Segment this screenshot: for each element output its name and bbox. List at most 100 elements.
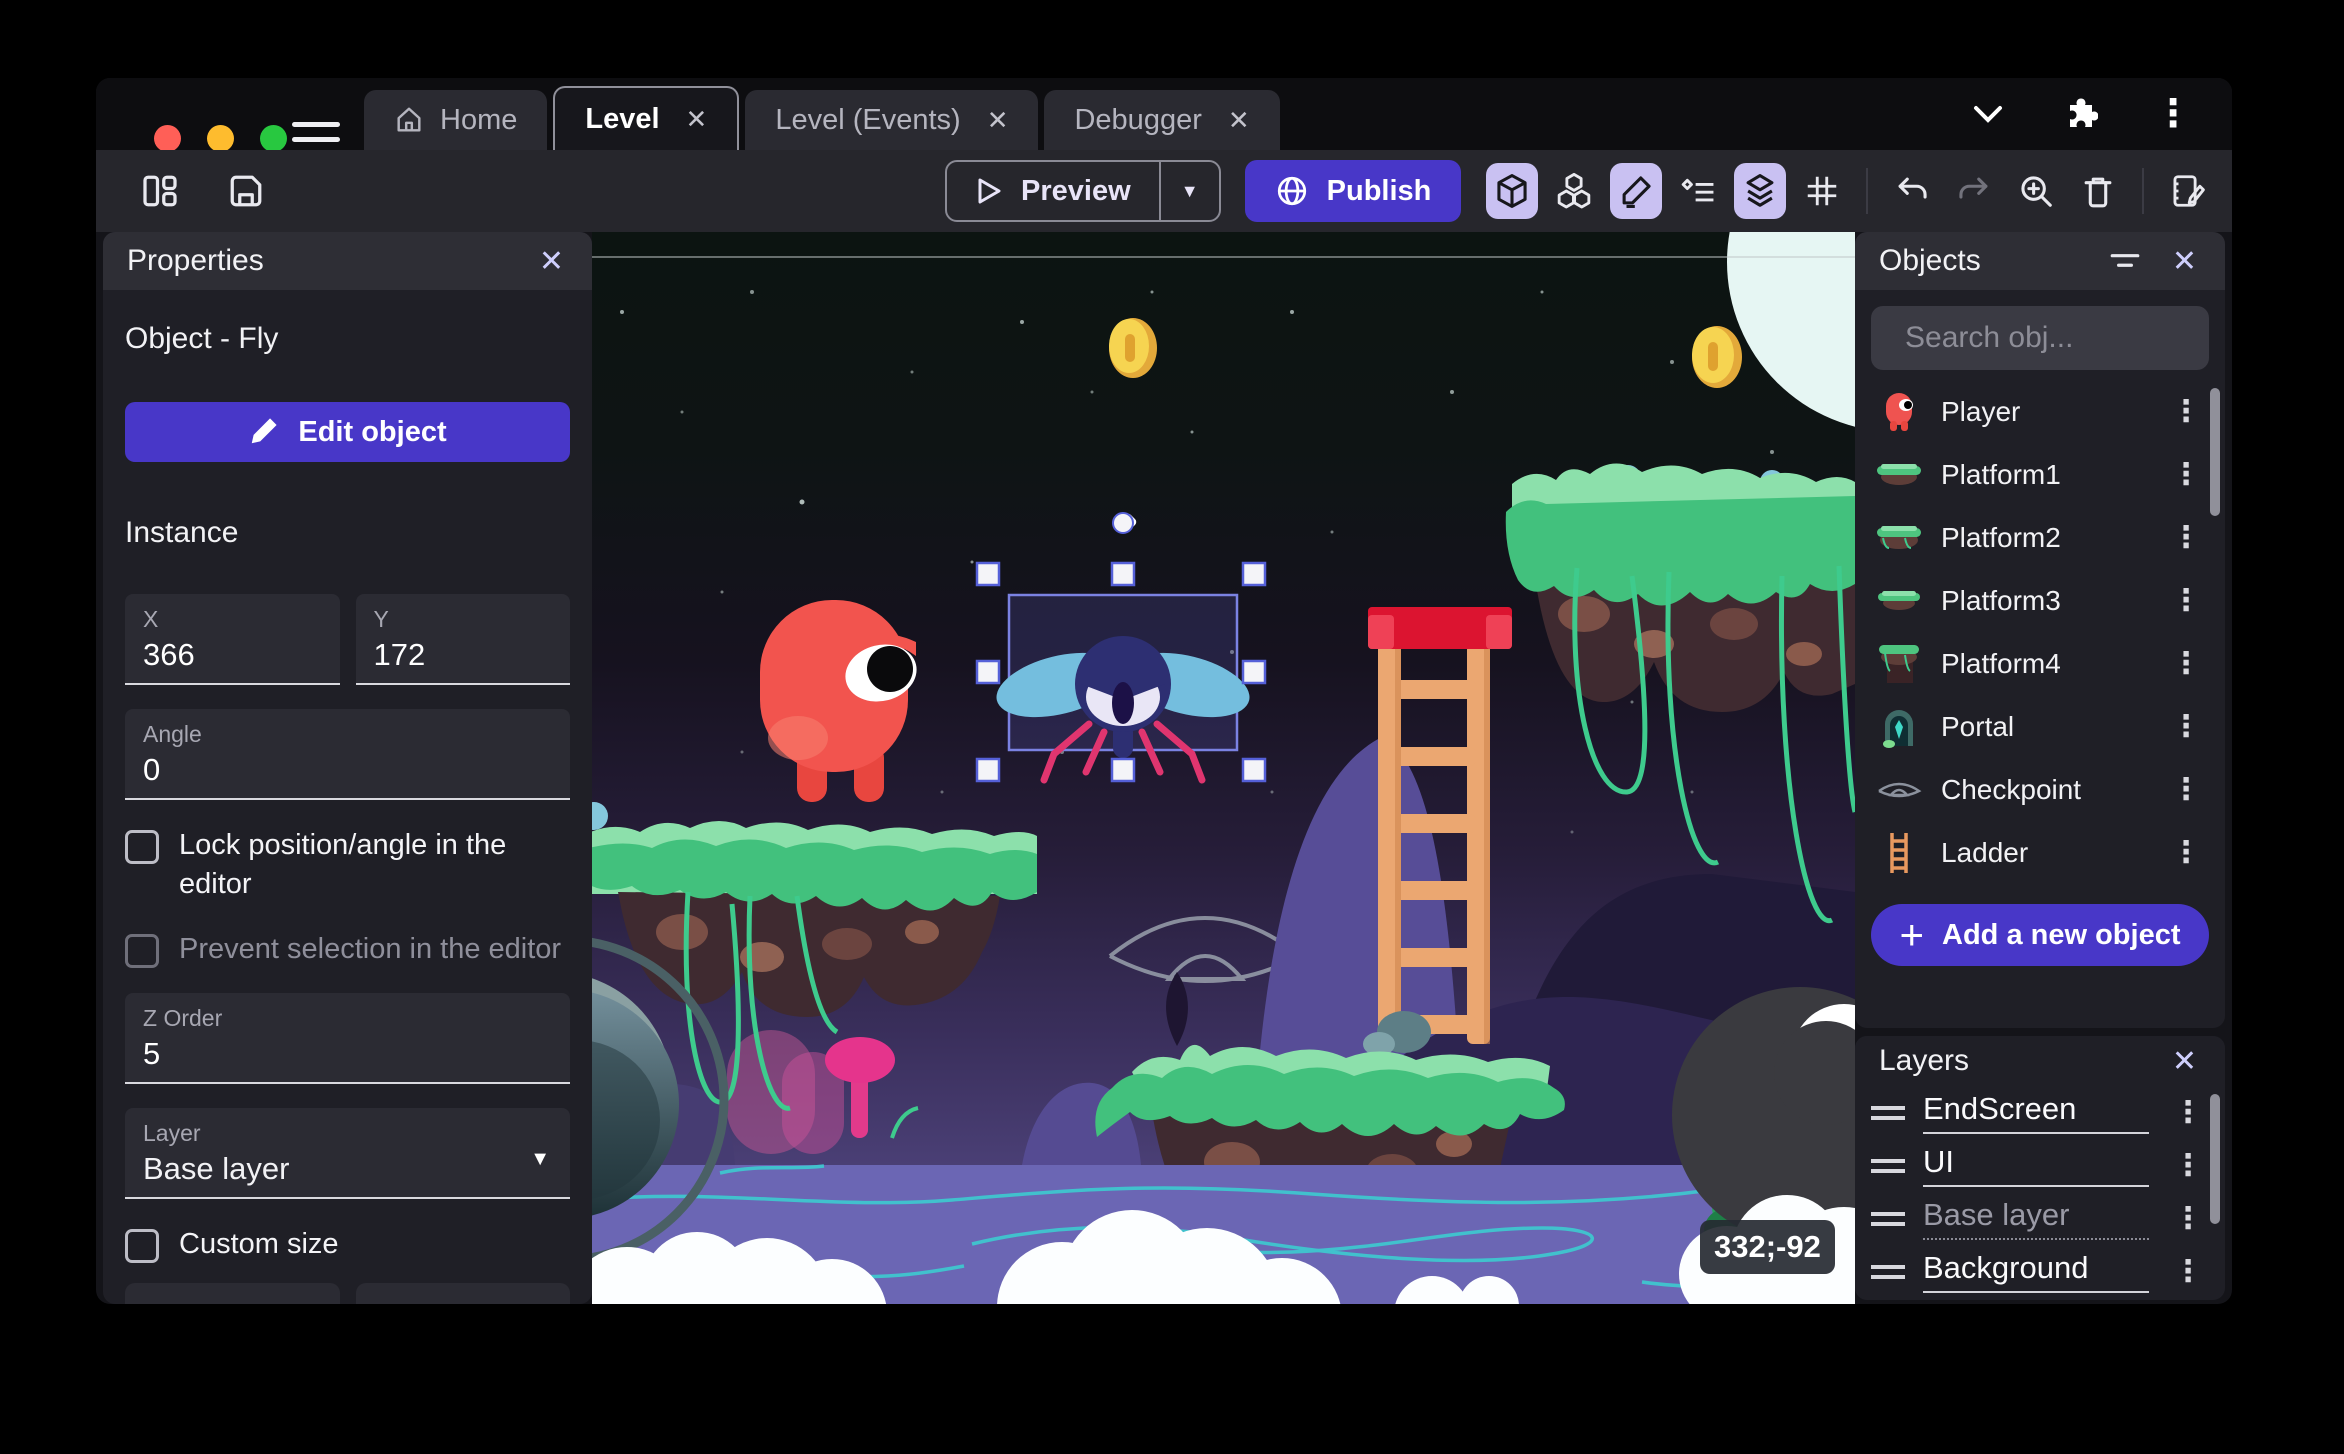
object-kebab-icon[interactable]: ⋮	[2165, 709, 2207, 744]
instance-heading: Instance	[125, 516, 239, 549]
layers-close-icon[interactable]: ✕	[2168, 1044, 2201, 1079]
zoom-in-icon[interactable]	[2010, 163, 2062, 219]
add-object-button[interactable]: + Add a new object	[1871, 904, 2209, 966]
tab-debugger-close-icon[interactable]: ✕	[1228, 105, 1250, 136]
prevent-selection-checkbox[interactable]	[125, 934, 159, 969]
add-object-label: Add a new object	[1942, 918, 2181, 951]
more-options-kebab-icon[interactable]: ⋮	[2154, 95, 2192, 133]
drag-handle-icon[interactable]	[1871, 1211, 1905, 1226]
tab-level-events-close-icon[interactable]: ✕	[987, 105, 1009, 136]
object-item-platform1[interactable]: Platform1 ⋮	[1855, 443, 2225, 506]
filter-icon[interactable]	[2108, 246, 2142, 276]
instructions-list-icon[interactable]	[1672, 163, 1724, 219]
objects-scrollbar[interactable]	[2210, 388, 2220, 516]
grid-icon[interactable]	[1796, 163, 1848, 219]
play-icon	[978, 178, 1001, 204]
layers-title: Layers	[1879, 1044, 1970, 1077]
object-item-checkpoint[interactable]: Checkpoint ⋮	[1855, 758, 2225, 821]
objects-search-input[interactable]	[1905, 321, 2225, 355]
object-heading: Object - Fly	[125, 322, 279, 355]
layer-kebab-icon[interactable]: ⋮	[2167, 1095, 2209, 1130]
objects-search[interactable]	[1871, 306, 2225, 370]
object-kebab-icon[interactable]: ⋮	[2165, 646, 2207, 681]
object-item-platform2[interactable]: Platform2 ⋮	[1855, 506, 2225, 569]
edit-pencil-tool-icon[interactable]	[1610, 163, 1662, 219]
tab-level-events[interactable]: Level (Events) ✕	[745, 90, 1039, 150]
z-order-input[interactable]	[143, 1036, 552, 1073]
delete-trash-icon[interactable]	[2072, 163, 2124, 219]
y-field[interactable]: Y	[355, 594, 570, 685]
prevent-selection-checkbox-row[interactable]: Prevent selection in the editor	[125, 930, 570, 969]
lock-position-checkbox[interactable]	[125, 830, 159, 864]
y-field-input[interactable]	[373, 637, 552, 673]
cursor-coordinates-badge: 332;-92	[1700, 1220, 1835, 1274]
object-item-portal[interactable]: Portal ⋮	[1855, 695, 2225, 758]
window-controls	[154, 125, 287, 152]
object-item-player[interactable]: Player ⋮	[1855, 380, 2225, 443]
properties-close-icon[interactable]: ✕	[535, 244, 568, 279]
object-item-platform3[interactable]: Platform3 ⋮	[1855, 569, 2225, 632]
custom-size-checkbox[interactable]	[125, 1229, 159, 1264]
tab-level[interactable]: Level ✕	[553, 86, 740, 150]
drag-handle-icon[interactable]	[1871, 1105, 1905, 1120]
custom-size-checkbox-row[interactable]: Custom size	[125, 1225, 570, 1264]
scene-canvas[interactable]: 332;-92	[592, 232, 1855, 1304]
objects-close-icon[interactable]: ✕	[2168, 244, 2201, 279]
undo-icon[interactable]	[1886, 163, 1938, 219]
layers-tool-icon[interactable]	[1734, 163, 1786, 219]
tab-level-close-icon[interactable]: ✕	[686, 104, 708, 135]
chevron-down-icon[interactable]	[1970, 102, 2006, 126]
layer-kebab-icon[interactable]: ⋮	[2167, 1254, 2209, 1289]
platform2-object-icon	[1873, 524, 1925, 552]
x-field[interactable]: X	[125, 594, 340, 685]
layer-kebab-icon[interactable]: ⋮	[2167, 1201, 2209, 1236]
extensions-puzzle-icon[interactable]	[2062, 96, 2098, 132]
scene-properties-icon[interactable]	[2162, 163, 2214, 219]
zoom-window-button[interactable]	[260, 125, 287, 152]
object-kebab-icon[interactable]: ⋮	[2165, 394, 2207, 429]
layers-scrollbar[interactable]	[2210, 1094, 2220, 1224]
tab-home[interactable]: Home	[364, 90, 548, 150]
minimize-window-button[interactable]	[207, 125, 234, 152]
layer-name: EndScreen	[1923, 1091, 2149, 1134]
app-window: Home Level ✕ Level (Events) ✕ Debugger ✕	[96, 78, 2232, 1304]
z-order-field[interactable]: Z Order	[125, 993, 570, 1085]
angle-field-input[interactable]	[143, 752, 552, 788]
object-kebab-icon[interactable]: ⋮	[2165, 457, 2207, 492]
panels-layout-icon[interactable]	[134, 163, 186, 219]
object-item-label: Ladder	[1941, 836, 2029, 868]
layer-kebab-icon[interactable]: ⋮	[2167, 1148, 2209, 1183]
lock-position-checkbox-row[interactable]: Lock position/angle in the editor	[125, 826, 570, 904]
layer-select[interactable]: Layer Base layer ▼	[125, 1108, 570, 1200]
objects-stack-icon[interactable]	[1548, 163, 1600, 219]
layer-name: Base layer	[1923, 1197, 2149, 1240]
3d-box-tool-icon[interactable]	[1486, 163, 1538, 219]
layer-row-endscreen[interactable]: EndScreen ⋮	[1855, 1086, 2225, 1139]
layer-row-ui[interactable]: UI ⋮	[1855, 1139, 2225, 1192]
tab-debugger[interactable]: Debugger ✕	[1044, 90, 1280, 150]
object-kebab-icon[interactable]: ⋮	[2165, 772, 2207, 807]
drag-handle-icon[interactable]	[1871, 1158, 1905, 1173]
drag-handle-icon[interactable]	[1871, 1264, 1905, 1279]
object-kebab-icon[interactable]: ⋮	[2165, 583, 2207, 618]
save-icon[interactable]	[220, 163, 272, 219]
object-kebab-icon[interactable]: ⋮	[2165, 835, 2207, 870]
object-item-ladder[interactable]: Ladder ⋮	[1855, 821, 2225, 884]
tab-level-events-label: Level (Events)	[775, 103, 961, 136]
preview-button[interactable]: Preview ▼	[945, 160, 1221, 222]
edit-object-button[interactable]: Edit object	[125, 402, 570, 462]
object-item-label: Player	[1941, 395, 2021, 427]
angle-field[interactable]: Angle	[125, 709, 570, 800]
publish-button[interactable]: Publish	[1244, 160, 1462, 222]
layer-row-base-layer[interactable]: Base layer ⋮	[1855, 1192, 2225, 1245]
object-item-platform4[interactable]: Platform4 ⋮	[1855, 632, 2225, 695]
x-field-input[interactable]	[143, 637, 322, 673]
prevent-selection-label: Prevent selection in the editor	[179, 933, 562, 966]
close-window-button[interactable]	[154, 125, 181, 152]
object-item-label: Platform2	[1941, 521, 2061, 553]
preview-dropdown-caret-icon[interactable]: ▼	[1161, 181, 1219, 202]
layers-panel: Layers ✕ EndScreen ⋮ UI ⋮ Base layer ⋮ B…	[1855, 1036, 2225, 1300]
layer-row-background[interactable]: Background ⋮	[1855, 1245, 2225, 1298]
redo-icon[interactable]	[1948, 163, 2000, 219]
object-kebab-icon[interactable]: ⋮	[2165, 520, 2207, 555]
